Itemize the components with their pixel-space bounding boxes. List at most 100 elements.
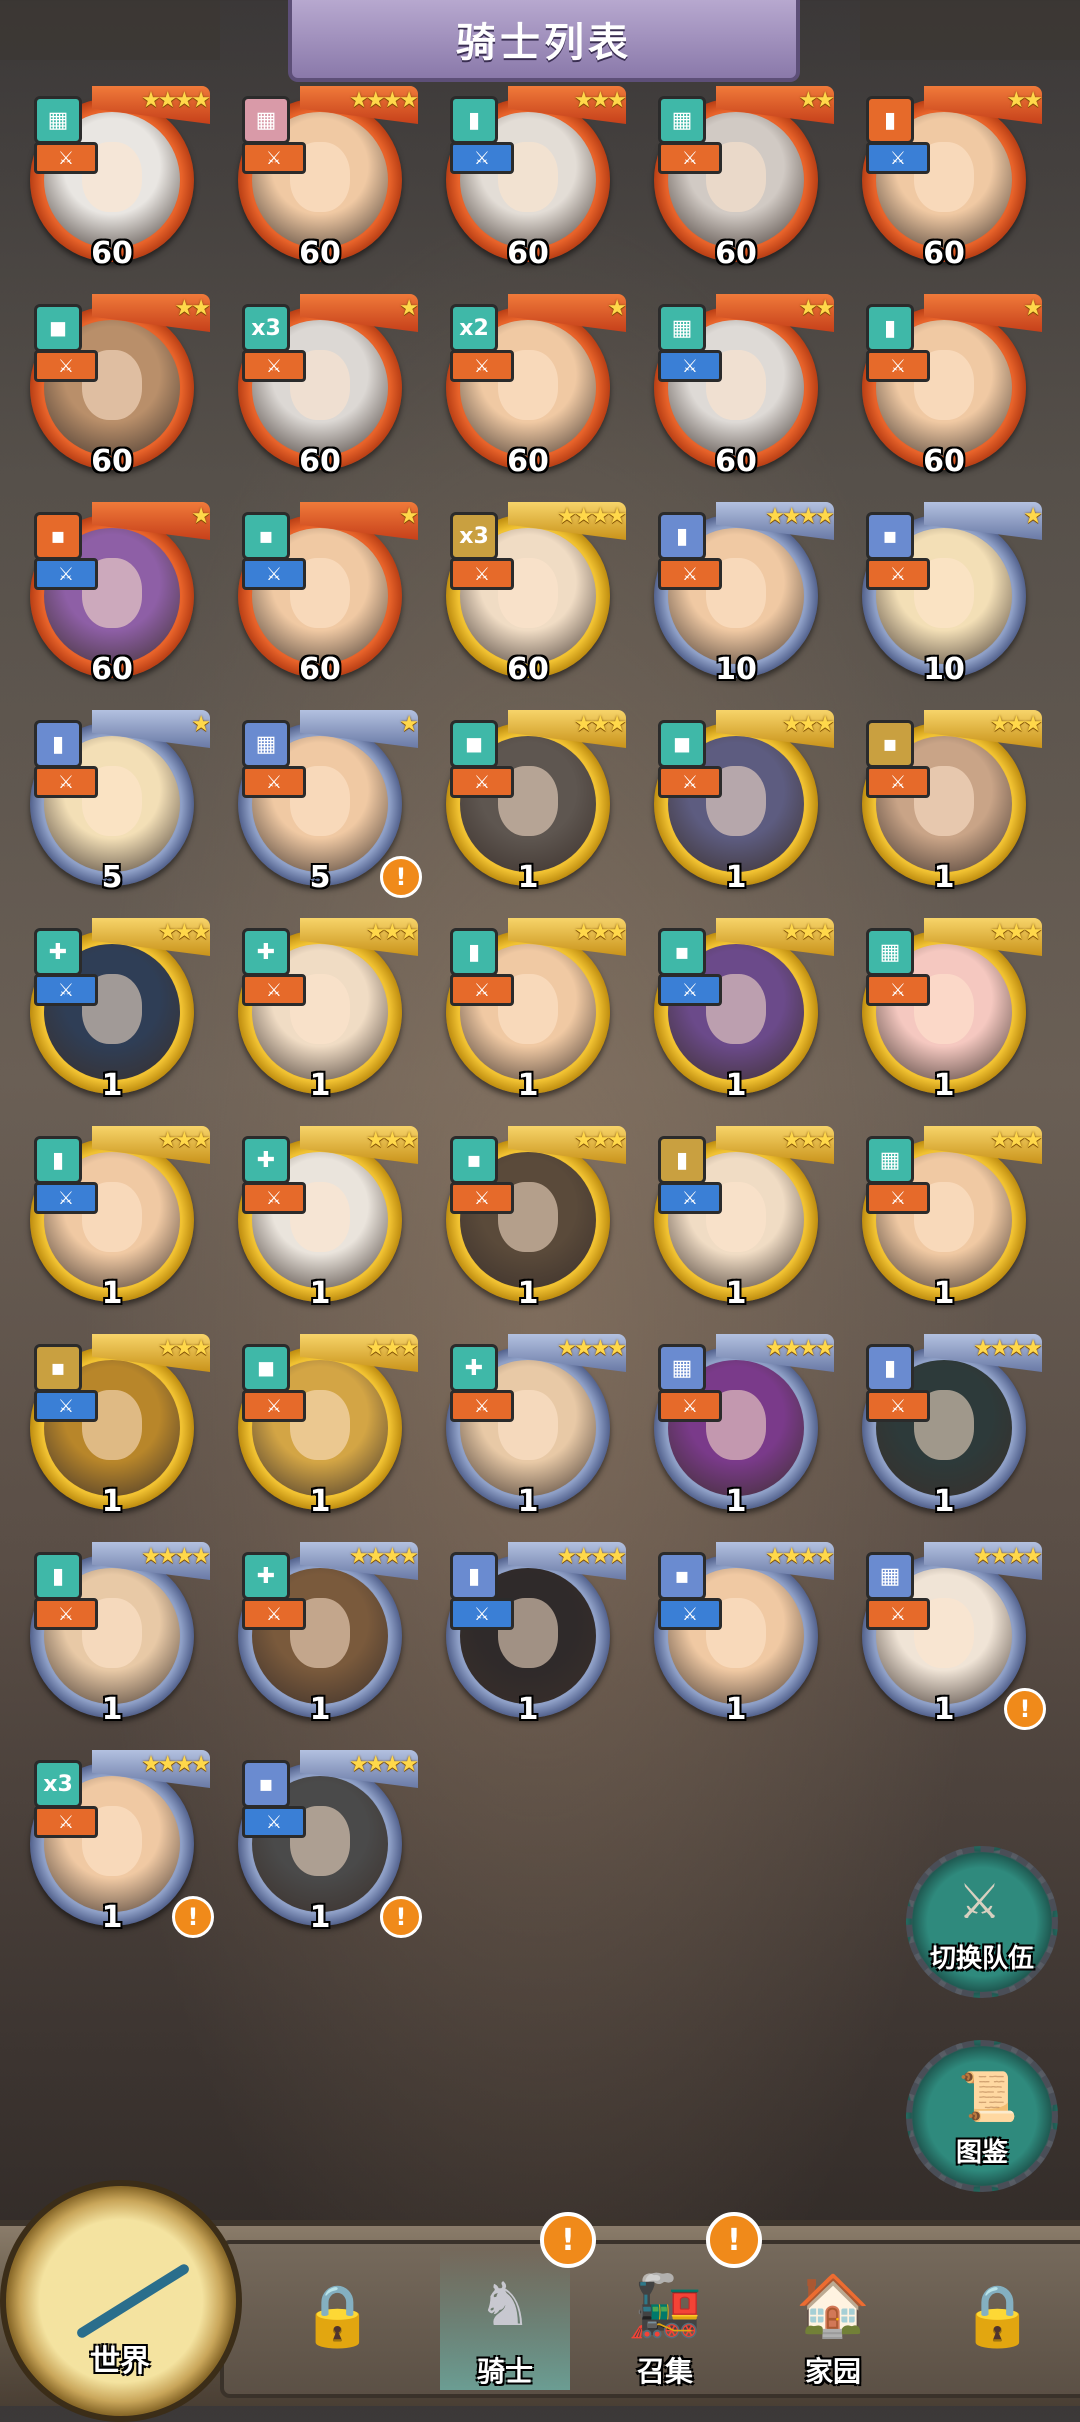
knight-level: 10 <box>923 652 965 687</box>
knight-card[interactable]: ★ ▮ ⚔ 60 <box>854 294 1044 482</box>
weapon-type-icon: ⚔ <box>34 1182 98 1214</box>
weapon-type-icon: ⚔ <box>34 1598 98 1630</box>
weapon-type-icon: ⚔ <box>242 1182 306 1214</box>
knight-level: 1 <box>517 860 539 895</box>
star-rating: ★★ <box>1006 88 1043 113</box>
knight-card[interactable]: ★★★★ ▦ ⚔ 60 <box>230 86 420 274</box>
knight-card[interactable]: ★ x2 ⚔ 60 <box>438 294 628 482</box>
knight-level: 1 <box>101 1484 123 1519</box>
knight-card[interactable]: ★★★ ▪ ⚔ 1 <box>854 710 1044 898</box>
bar-icon: ▮ <box>866 304 914 352</box>
knight-level: 60 <box>299 236 341 271</box>
weapon-type-icon: ⚔ <box>242 142 306 174</box>
knight-card[interactable]: ★★★★ ▦ ⚔ 1 <box>646 1334 836 1522</box>
star-rating: ★ <box>607 296 627 321</box>
star-rating: ★★★ <box>573 712 627 737</box>
bar-icon: ▮ <box>450 928 498 976</box>
world-button[interactable] <box>0 2180 242 2422</box>
bar-icon: ▮ <box>34 720 82 768</box>
knight-card[interactable]: ★★★ ▦ ⚔ 1 <box>854 1126 1044 1314</box>
star-rating: ★★ <box>174 296 211 321</box>
knight-card[interactable]: ★★★ ✚ ⚔ 1 <box>230 1126 420 1314</box>
star-rating: ★★★ <box>365 1336 419 1361</box>
plus-icon: ✚ <box>242 1552 290 1600</box>
nav-knights[interactable]: ♞ 骑士 <box>440 2250 570 2390</box>
knight-card[interactable]: ★★★ ▮ ⚔ 1 <box>22 1126 212 1314</box>
knight-card[interactable]: ★★★ ▮ ⚔ 1 <box>438 918 628 1106</box>
dot-icon: ▪ <box>866 512 914 560</box>
knight-card[interactable]: ★★★ ◼ ⚔ 1 <box>646 710 836 898</box>
weapon-type-icon: ⚔ <box>450 350 514 382</box>
knight-card[interactable]: ★ ▪ ⚔ 60 <box>22 502 212 690</box>
knight-card[interactable]: ★★★ ▪ ⚔ 1 <box>646 918 836 1106</box>
knight-card[interactable]: ★★★★ ▪ ⚔ 1! <box>230 1750 422 1938</box>
weapon-type-icon: ⚔ <box>450 974 514 1006</box>
knight-card[interactable]: ★★★★ ✚ ⚔ 1 <box>438 1334 628 1522</box>
knight-level: 60 <box>507 444 549 479</box>
knight-card[interactable]: ★★★★ ▪ ⚔ 1 <box>646 1542 836 1730</box>
knight-card[interactable]: ★★★★ ▦ ⚔ 60 <box>22 86 212 274</box>
weapon-type-icon: ⚔ <box>658 1390 722 1422</box>
star-rating: ★★★ <box>989 712 1043 737</box>
knight-card[interactable]: ★★★★ ▮ ⚔ 1 <box>22 1542 212 1730</box>
knight-card[interactable]: ★★ ▮ ⚔ 60 <box>854 86 1044 274</box>
weapon-type-icon: ⚔ <box>658 142 722 174</box>
knight-card[interactable]: ★★★ ▦ ⚔ 1 <box>854 918 1044 1106</box>
star-rating: ★★★ <box>365 920 419 945</box>
knight-card[interactable]: ★★★ ▮ ⚔ 60 <box>438 86 628 274</box>
weapon-type-icon: ⚔ <box>450 1182 514 1214</box>
knight-card[interactable]: ★★★ ◼ ⚔ 1 <box>438 710 628 898</box>
knight-card[interactable]: ★★ ▦ ⚔ 60 <box>646 294 836 482</box>
knight-card[interactable]: ★★★★ ▮ ⚔ 10 <box>646 502 836 690</box>
knight-card[interactable]: ★★★★ ▮ ⚔ 1 <box>438 1542 628 1730</box>
bar-icon: ▮ <box>34 1136 82 1184</box>
knight-card[interactable]: ★ ▪ ⚔ 60 <box>230 502 420 690</box>
knight-level: 5 <box>101 860 123 895</box>
knight-card[interactable]: ★★ ▦ ⚔ 60 <box>646 86 836 274</box>
knight-card[interactable]: ★★★★ ▮ ⚔ 1 <box>854 1334 1044 1522</box>
knight-card[interactable]: ★★ ◼ ⚔ 60 <box>22 294 212 482</box>
knight-level: 1 <box>933 1276 955 1311</box>
star-rating: ★ <box>1023 296 1043 321</box>
star-rating: ★★★ <box>573 920 627 945</box>
knight-card[interactable]: ★★★ ✚ ⚔ 1 <box>230 918 420 1106</box>
dot-icon: ▪ <box>450 1136 498 1184</box>
knight-level: 1 <box>725 1484 747 1519</box>
knight-level: 1 <box>309 1068 331 1103</box>
alert-badge: ! <box>380 856 422 898</box>
knight-level: 10 <box>715 652 757 687</box>
grid-icon: ▦ <box>866 928 914 976</box>
scroll-icon: 📜 <box>958 2069 1018 2125</box>
knight-card[interactable]: ★★★★ x3 ⚔ 60 <box>438 502 628 690</box>
dot-icon: ▪ <box>242 1760 290 1808</box>
knight-card[interactable]: ★★★★ x3 ⚔ 1! <box>22 1750 214 1938</box>
switch-team-button[interactable]: ⚔ 切换队伍 <box>906 1846 1058 1998</box>
nav-home[interactable]: 🏠 家园 <box>768 2250 898 2390</box>
nav-summon[interactable]: 🚂 召集 <box>600 2250 730 2390</box>
star-rating: ★★★ <box>781 712 835 737</box>
knight-card[interactable]: ★★★ ▪ ⚔ 1 <box>438 1126 628 1314</box>
weapon-type-icon: ⚔ <box>866 1182 930 1214</box>
knight-card[interactable]: ★ ▦ ⚔ 5! <box>230 710 422 898</box>
dot-icon: ▪ <box>658 928 706 976</box>
knight-level: 60 <box>715 444 757 479</box>
weapon-type-icon: ⚔ <box>658 558 722 590</box>
box-icon: ◼ <box>450 720 498 768</box>
knight-card[interactable]: ★★★ ▪ ⚔ 1 <box>22 1334 212 1522</box>
knight-level: 1 <box>725 1692 747 1727</box>
knight-card[interactable]: ★★★ ✚ ⚔ 1 <box>22 918 212 1106</box>
knight-card[interactable]: ★★★ ▮ ⚔ 1 <box>646 1126 836 1314</box>
knight-card[interactable]: ★ ▮ ⚔ 5 <box>22 710 212 898</box>
knight-level: 1 <box>517 1276 539 1311</box>
knight-card[interactable]: ★ ▪ ⚔ 10 <box>854 502 1044 690</box>
knight-level: 1 <box>309 1276 331 1311</box>
x3-icon: x3 <box>450 512 498 560</box>
knight-level: 1 <box>101 1692 123 1727</box>
knight-card[interactable]: ★★★★ ▦ ⚔ 1! <box>854 1542 1046 1730</box>
weapon-type-icon: ⚔ <box>242 1390 306 1422</box>
codex-button[interactable]: 📜 图鉴 <box>906 2040 1058 2192</box>
knight-card[interactable]: ★ x3 ⚔ 60 <box>230 294 420 482</box>
house-icon: 🏠 <box>795 2271 871 2341</box>
knight-card[interactable]: ★★★ ◼ ⚔ 1 <box>230 1334 420 1522</box>
knight-card[interactable]: ★★★★ ✚ ⚔ 1 <box>230 1542 420 1730</box>
